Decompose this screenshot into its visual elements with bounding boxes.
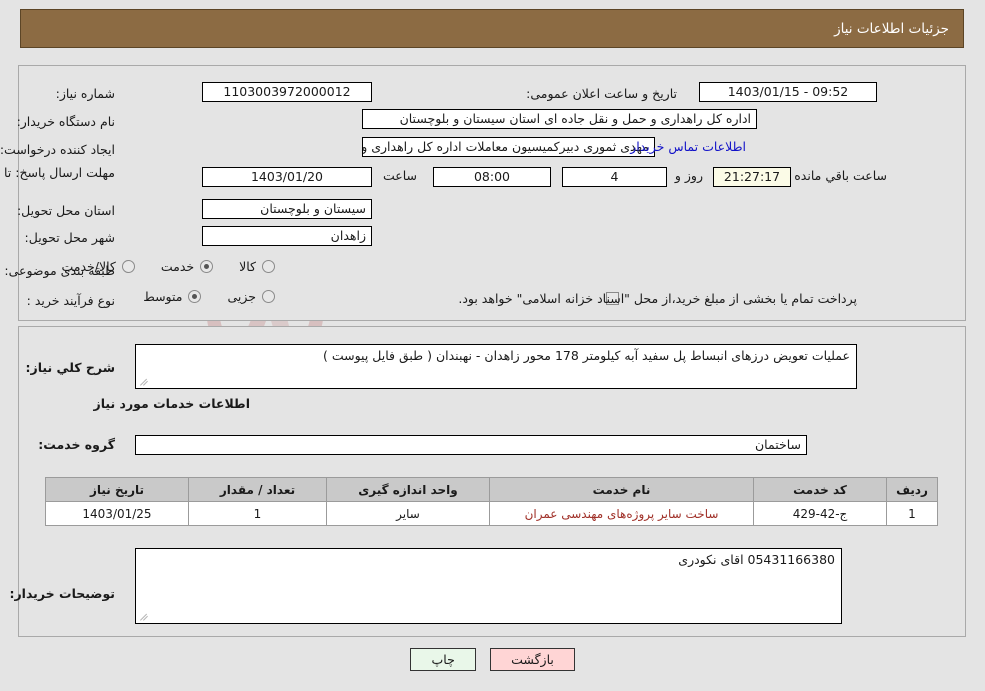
page-title: جزئیات اطلاعات نیاز — [834, 20, 949, 37]
general-description-textarea[interactable]: عملیات تعویض درزهای انبساط پل سفید آبه ک… — [135, 344, 857, 389]
radio-label-jozei: جزیی — [227, 289, 256, 304]
radio-icon-motavaset[interactable] — [188, 290, 202, 303]
radio-icon-kala-khedmat[interactable] — [121, 260, 135, 273]
col-header-service-name: نام خدمت — [489, 477, 754, 502]
radio-label-khedmat: خدمت — [160, 259, 195, 274]
treasury-bonds-checkbox-label: پرداخت تمام یا بخشی از مبلغ خرید،از محل … — [458, 291, 857, 306]
cell-need-date: 1403/01/25 — [45, 501, 189, 526]
request-creator-label: ایجاد کننده درخواست: — [0, 141, 115, 157]
deadline-days-value: 4 — [562, 167, 667, 187]
delivery-city-row: شهر محل تحویل: — [25, 226, 115, 248]
radio-item-kala[interactable]: کالا — [239, 259, 275, 274]
services-table: ردیف کد خدمت نام خدمت واحد اندازه گیری ت… — [45, 477, 938, 526]
delivery-province-value: سیستان و بلوچستان — [202, 199, 372, 219]
radio-item-motavaset[interactable]: متوسط — [143, 289, 202, 304]
resize-grip-icon-notes[interactable] — [139, 611, 149, 621]
cell-service-name: ساخت سایر پروژه‌های مهندسی عمران — [489, 501, 754, 526]
window-title-bar: جزئیات اطلاعات نیاز — [20, 9, 964, 48]
radio-item-khedmat[interactable]: خدمت — [160, 259, 214, 274]
services-section-heading: اطلاعات خدمات مورد نیاز — [93, 396, 251, 411]
back-button[interactable]: بازگشت — [490, 648, 575, 671]
print-button[interactable]: چاپ — [410, 648, 477, 671]
purchase-process-row: نوع فرآیند خرید : — [27, 289, 115, 311]
need-info-panel — [18, 65, 966, 321]
radio-label-motavaset: متوسط — [143, 289, 183, 304]
subject-classification-radios[interactable]: کالا خدمت کالا/خدمت — [35, 259, 275, 274]
buyer-contact-link[interactable]: اطلاعات تماس خریدار — [630, 139, 746, 154]
deadline-time-value: 08:00 — [433, 167, 551, 187]
request-creator-row: ایجاد کننده درخواست: — [0, 138, 115, 160]
col-header-need-date: تاریخ نیاز — [45, 477, 189, 502]
table-row: 1 ج-42-429 ساخت سایر پروژه‌های مهندسی عم… — [45, 501, 938, 526]
need-number-label: شماره نیاز: — [55, 85, 115, 101]
radio-icon-kala[interactable] — [262, 260, 275, 273]
radio-item-jozei[interactable]: جزیی — [227, 289, 275, 304]
cell-quantity: 1 — [188, 501, 327, 526]
delivery-province-row: استان محل تحویل: — [17, 199, 115, 221]
buyer-org-value: اداره کل راهداری و حمل و نقل جاده ای است… — [362, 109, 757, 129]
delivery-province-label: استان محل تحویل: — [16, 202, 115, 218]
delivery-city-label: شهر محل تحویل: — [24, 229, 115, 245]
buyer-notes-label: توضیحات خریدار: — [9, 586, 115, 601]
deadline-countdown-label: ساعت باقي مانده — [794, 168, 887, 183]
radio-label-kala-khedmat: کالا/خدمت — [61, 259, 116, 274]
announce-datetime-label: تاریخ و ساعت اعلان عمومی: — [526, 85, 677, 101]
deadline-days-label: روز و — [674, 168, 703, 183]
cell-unit: سایر — [326, 501, 490, 526]
resize-grip-icon[interactable] — [139, 376, 149, 386]
purchase-process-label: نوع فرآیند خرید : — [26, 292, 115, 308]
col-header-quantity: تعداد / مقدار — [188, 477, 327, 502]
buyer-org-row: نام دستگاه خریدار: — [17, 110, 115, 132]
radio-label-kala: کالا — [239, 259, 256, 274]
delivery-city-value: زاهدان — [202, 226, 372, 246]
radio-icon-jozei[interactable] — [262, 290, 275, 303]
general-description-value: عملیات تعویض درزهای انبساط پل سفید آبه ک… — [323, 348, 850, 363]
deadline-date-value: 1403/01/20 — [202, 167, 372, 187]
need-number-value: 1103003972000012 — [202, 82, 372, 102]
action-button-bar: بازگشت چاپ — [0, 648, 985, 671]
announce-datetime-row: تاریخ و ساعت اعلان عمومی: — [526, 82, 677, 104]
buyer-notes-value: 05431166380 اقای نکودری — [678, 552, 835, 567]
col-header-index: ردیف — [886, 477, 938, 502]
cell-service-code: ج-42-429 — [753, 501, 887, 526]
buyer-notes-textarea[interactable]: 05431166380 اقای نکودری — [135, 548, 842, 624]
deadline-countdown-value: 21:27:17 — [713, 167, 791, 187]
col-header-unit: واحد اندازه گیری — [326, 477, 490, 502]
need-number-row: شماره نیاز: — [56, 82, 115, 104]
cell-index: 1 — [886, 501, 938, 526]
page-root: AriaTender.net جزئیات اطلاعات نیاز شماره… — [0, 0, 985, 691]
general-description-label: شرح کلي نیاز: — [25, 360, 115, 375]
col-header-service-code: کد خدمت — [753, 477, 887, 502]
radio-icon-khedmat[interactable] — [200, 260, 214, 273]
response-deadline-label: مهلت ارسال پاسخ: تا تاریخ: — [0, 165, 115, 180]
response-deadline-row: مهلت ارسال پاسخ: تا تاریخ: — [0, 165, 115, 199]
radio-item-kala-khedmat[interactable]: کالا/خدمت — [61, 259, 135, 274]
service-group-value: ساختمان — [135, 435, 807, 455]
announce-datetime-value: 09:52 - 1403/01/15 — [699, 82, 877, 102]
request-creator-value: مهدی ثموری دبیرکمیسیون معاملات اداره کل … — [362, 137, 655, 157]
service-group-label: گروه خدمت: — [38, 437, 115, 452]
buyer-org-label: نام دستگاه خریدار: — [16, 113, 115, 129]
purchase-process-radios[interactable]: جزیی متوسط — [117, 289, 275, 304]
table-header-row: ردیف کد خدمت نام خدمت واحد اندازه گیری ت… — [45, 477, 938, 502]
deadline-time-label: ساعت — [382, 168, 417, 183]
